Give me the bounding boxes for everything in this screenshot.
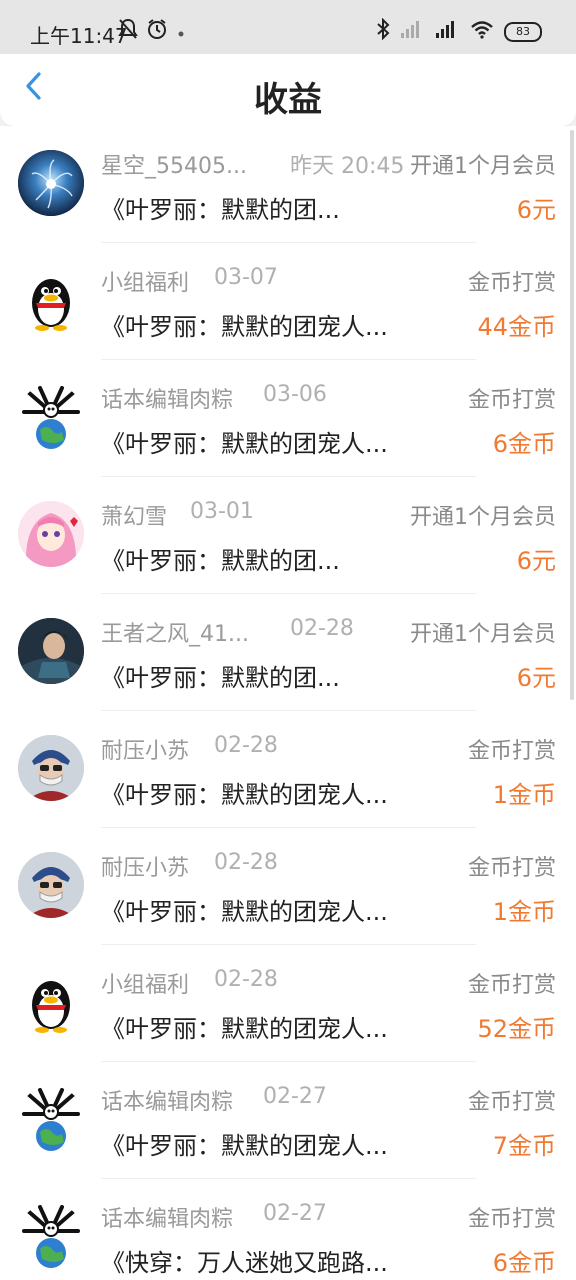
transaction-type: 金币打赏 [467, 388, 556, 413]
user-name: 王者之风_41... [101, 622, 249, 647]
wifi-icon [470, 19, 494, 44]
list-item[interactable]: 萧幻雪 03-01 开通1个月会员 《叶罗丽：默默的团... 6元 [0, 477, 576, 594]
earth-cartoon-avatar [18, 384, 84, 450]
user-name: 耐压小苏 [101, 856, 190, 881]
page-title: 收益 [254, 80, 322, 120]
user-name: 小组福利 [101, 271, 190, 296]
status-time: 上午11:47 [30, 24, 128, 48]
book-title: 《叶罗丽：默默的团... [101, 664, 340, 692]
user-name: 星空_55405... [101, 154, 247, 179]
mute-bell-icon [118, 18, 138, 45]
earning-amount: 6金币 [492, 430, 556, 458]
earning-amount: 7金币 [492, 1132, 556, 1160]
earning-amount: 6元 [516, 196, 556, 224]
user-name: 小组福利 [101, 973, 190, 998]
earning-amount: 6元 [516, 547, 556, 575]
record-date: 昨天 20:45 [290, 154, 405, 179]
signal-weak-icon [400, 19, 424, 44]
transaction-type: 金币打赏 [467, 739, 556, 764]
user-name: 耐压小苏 [101, 739, 190, 764]
user-name: 话本编辑肉粽 [101, 1207, 234, 1232]
record-date: 02-27 [263, 1201, 327, 1226]
earning-amount: 1金币 [492, 781, 556, 809]
header: 收益 [0, 54, 576, 126]
scrollbar[interactable] [570, 130, 574, 700]
list-item[interactable]: 话本编辑肉粽 02-27 金币打赏 《叶罗丽：默默的团宠人... 7金币 [0, 1062, 576, 1179]
small-dot-icon [176, 20, 186, 44]
book-title: 《快穿：万人迷她又跑路... [101, 1249, 388, 1277]
transaction-type: 金币打赏 [467, 271, 556, 296]
record-date: 02-28 [290, 616, 354, 641]
record-date: 03-01 [190, 499, 254, 524]
record-date: 02-28 [214, 850, 278, 875]
transaction-type: 金币打赏 [467, 973, 556, 998]
book-title: 《叶罗丽：默默的团宠人... [101, 1132, 388, 1160]
transaction-type: 开通1个月会员 [410, 622, 556, 647]
list-item[interactable]: 耐压小苏 02-28 金币打赏 《叶罗丽：默默的团宠人... 1金币 [0, 828, 576, 945]
masked-person-avatar [18, 735, 84, 801]
book-title: 《叶罗丽：默默的团宠人... [101, 898, 388, 926]
status-bar: 上午11:47 83 [0, 0, 576, 54]
status-right-icons: 83 [376, 17, 542, 45]
battery-indicator: 83 [504, 21, 542, 42]
book-title: 《叶罗丽：默默的团宠人... [101, 430, 388, 458]
transaction-type: 金币打赏 [467, 1207, 556, 1232]
record-date: 02-28 [214, 967, 278, 992]
earning-amount: 6元 [516, 664, 556, 692]
nebula-flower-avatar [18, 150, 84, 216]
earning-amount: 1金币 [492, 898, 556, 926]
transaction-type: 开通1个月会员 [410, 505, 556, 530]
book-title: 《叶罗丽：默默的团宠人... [101, 313, 388, 341]
list-item[interactable]: 星空_55405... 昨天 20:45 开通1个月会员 《叶罗丽：默默的团..… [0, 126, 576, 243]
list-item[interactable]: 耐压小苏 02-28 金币打赏 《叶罗丽：默默的团宠人... 1金币 [0, 711, 576, 828]
user-name: 话本编辑肉粽 [101, 388, 234, 413]
earth-cartoon-avatar [18, 1086, 84, 1152]
list-item[interactable]: 小组福利 03-07 金币打赏 《叶罗丽：默默的团宠人... 44金币 [0, 243, 576, 360]
signal-hd-icon [434, 19, 460, 44]
user-name: 话本编辑肉粽 [101, 1090, 234, 1115]
transaction-type: 金币打赏 [467, 1090, 556, 1115]
record-date: 02-27 [263, 1084, 327, 1109]
book-title: 《叶罗丽：默默的团宠人... [101, 781, 388, 809]
book-title: 《叶罗丽：默默的团... [101, 547, 340, 575]
earning-amount: 44金币 [477, 313, 556, 341]
earning-amount: 52金币 [477, 1015, 556, 1043]
record-date: 03-06 [263, 382, 327, 407]
list-item[interactable]: 王者之风_41... 02-28 开通1个月会员 《叶罗丽：默默的团... 6元 [0, 594, 576, 711]
user-name: 萧幻雪 [101, 505, 168, 530]
status-left-icons [118, 18, 186, 45]
earnings-list[interactable]: 星空_55405... 昨天 20:45 开通1个月会员 《叶罗丽：默默的团..… [0, 126, 576, 1280]
anime-girl-avatar [18, 501, 84, 567]
qq-penguin-avatar [18, 969, 84, 1035]
book-title: 《叶罗丽：默默的团... [101, 196, 340, 224]
transaction-type: 金币打赏 [467, 856, 556, 881]
masked-person-avatar [18, 852, 84, 918]
transaction-type: 开通1个月会员 [410, 154, 556, 179]
book-title: 《叶罗丽：默默的团宠人... [101, 1015, 388, 1043]
record-date: 02-28 [214, 733, 278, 758]
anime-man-avatar [18, 618, 84, 684]
earth-cartoon-avatar [18, 1203, 84, 1269]
list-item[interactable]: 话本编辑肉粽 03-06 金币打赏 《叶罗丽：默默的团宠人... 6金币 [0, 360, 576, 477]
list-item[interactable]: 话本编辑肉粽 02-27 金币打赏 《快穿：万人迷她又跑路... 6金币 [0, 1179, 576, 1280]
record-date: 03-07 [214, 265, 278, 290]
list-item[interactable]: 小组福利 02-28 金币打赏 《叶罗丽：默默的团宠人... 52金币 [0, 945, 576, 1062]
bluetooth-icon [376, 17, 390, 45]
alarm-icon [146, 18, 168, 45]
earning-amount: 6金币 [492, 1249, 556, 1277]
qq-penguin-avatar [18, 267, 84, 333]
